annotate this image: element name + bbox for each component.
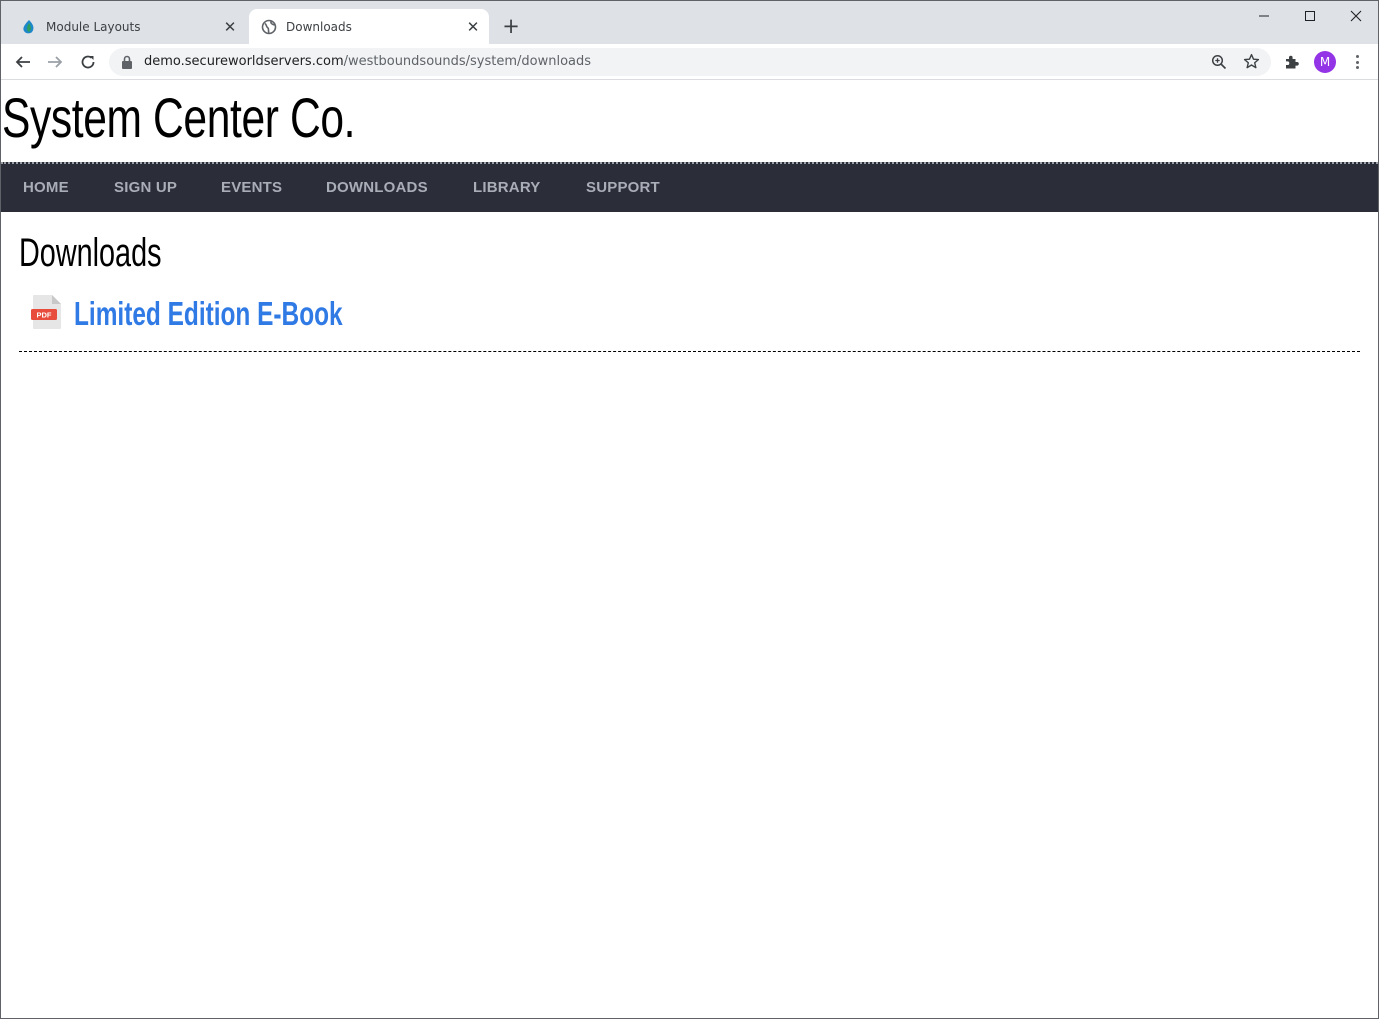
main-nav: HOME SIGN UP EVENTS DOWNLOADS LIBRARY SU… (1, 162, 1378, 212)
kebab-dot (1355, 66, 1359, 69)
globe-icon (261, 19, 277, 34)
back-button[interactable] (11, 50, 35, 74)
leaf-icon (23, 19, 34, 33)
forward-button[interactable] (43, 50, 67, 74)
url-path: /westboundsounds/system/downloads (343, 54, 592, 69)
profile-avatar[interactable]: M (1314, 51, 1336, 73)
maximize-button[interactable] (1287, 1, 1333, 31)
close-window-button[interactable] (1333, 1, 1378, 31)
site-title: System Center Co. (2, 86, 356, 149)
nav-home[interactable]: HOME (23, 179, 69, 196)
address-bar[interactable]: demo.secureworldservers.com/westboundsou… (109, 48, 1271, 76)
maximize-icon (1305, 11, 1315, 21)
web-page: System Center Co. HOME SIGN UP EVENTS DO… (1, 81, 1378, 1018)
star-bookmark-icon[interactable] (1243, 53, 1260, 70)
download-link[interactable]: Limited Edition E-Book (74, 295, 343, 333)
zoom-icon[interactable] (1211, 54, 1227, 70)
browser-toolbar: demo.secureworldservers.com/westboundsou… (1, 44, 1378, 80)
close-tab-icon[interactable]: ✕ (222, 18, 238, 36)
new-tab-button[interactable]: + (501, 15, 521, 36)
close-tab-icon[interactable]: ✕ (465, 18, 481, 36)
tab-title: Module Layouts (46, 19, 141, 34)
browser-menu-button[interactable] (1350, 53, 1364, 71)
tab-title: Downloads (286, 19, 352, 34)
close-icon (1350, 10, 1362, 22)
url-text: demo.secureworldservers.com/westboundsou… (144, 54, 591, 69)
nav-support[interactable]: SUPPORT (586, 179, 660, 196)
tab-strip: Module Layouts ✕ Downloads ✕ + (1, 1, 1378, 44)
minimize-button[interactable] (1241, 1, 1287, 31)
kebab-dot (1355, 55, 1359, 58)
url-host: demo.secureworldservers.com (144, 54, 344, 69)
tab-module-layouts[interactable]: Module Layouts ✕ (9, 9, 246, 44)
lock-icon (122, 55, 132, 69)
divider (19, 351, 1360, 352)
kebab-dot (1355, 60, 1359, 64)
nav-downloads[interactable]: DOWNLOADS (326, 179, 428, 196)
minimize-icon (1259, 15, 1269, 17)
browser-window: Module Layouts ✕ Downloads ✕ + demo.secu… (0, 0, 1379, 1019)
reload-button[interactable] (76, 50, 100, 74)
nav-events[interactable]: EVENTS (221, 179, 282, 196)
arrow-right-icon (48, 56, 63, 68)
nav-library[interactable]: LIBRARY (473, 179, 541, 196)
page-title: Downloads (19, 231, 162, 275)
reload-icon (81, 55, 95, 69)
arrow-left-icon (15, 56, 30, 68)
pdf-file-icon: PDF (31, 295, 61, 329)
tab-downloads[interactable]: Downloads ✕ (249, 9, 489, 44)
nav-sign-up[interactable]: SIGN UP (114, 179, 177, 196)
pdf-label: PDF (37, 311, 52, 320)
extensions-puzzle-icon[interactable] (1283, 53, 1301, 71)
